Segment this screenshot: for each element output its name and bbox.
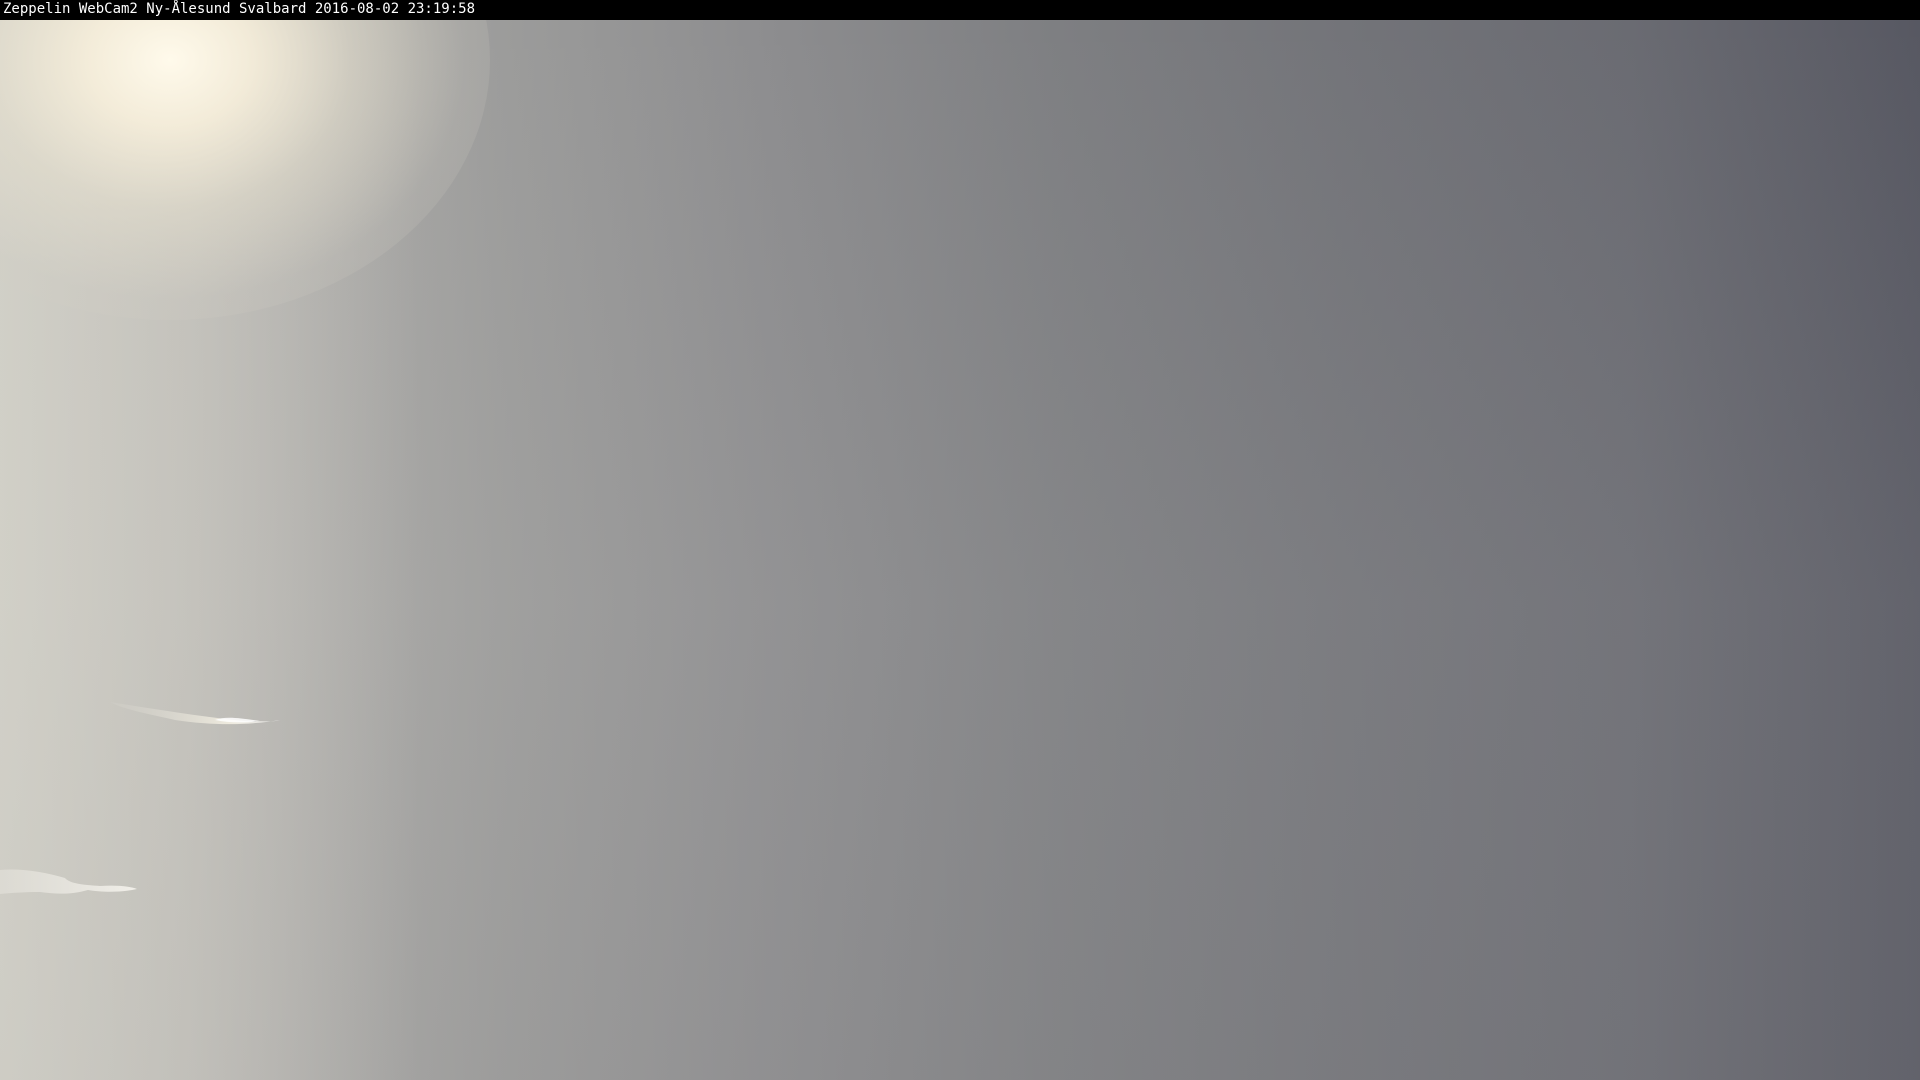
shore-glints [0, 702, 280, 894]
caption-bar: Zeppelin WebCam2 Ny-Ålesund Svalbard 201… [0, 0, 1920, 20]
webcam-frame: Zeppelin WebCam2 Ny-Ålesund Svalbard 201… [0, 0, 1920, 1080]
foggy-landscape-image [0, 0, 1920, 1080]
webcam-caption: Zeppelin WebCam2 Ny-Ålesund Svalbard 201… [3, 1, 476, 17]
lower-shore-glint [0, 869, 137, 894]
